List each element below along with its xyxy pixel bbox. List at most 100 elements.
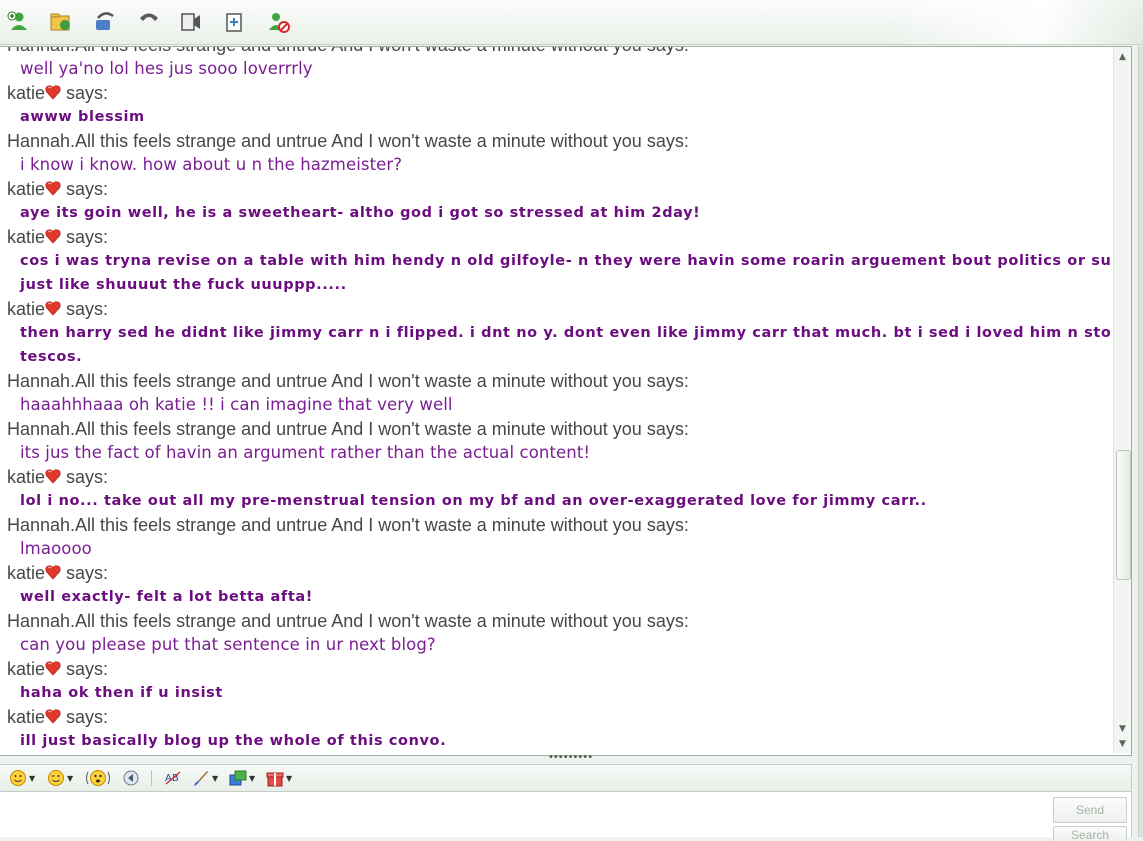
emoticon-button[interactable]: ▼ [9, 769, 35, 787]
message-sender: katie says: [0, 705, 1110, 729]
message-sender: katie says: [0, 657, 1110, 681]
scrollbar-thumb[interactable] [1116, 450, 1131, 580]
send-button[interactable]: Send [1053, 797, 1127, 823]
message-sender: Hannah.All this feels strange and untrue… [0, 513, 1110, 537]
share-folder-button[interactable] [222, 9, 248, 35]
sender-name: katie [7, 707, 46, 727]
sender-name: Hannah.All this feels strange and untrue… [7, 371, 642, 391]
chevron-down-icon: ▼ [212, 773, 219, 783]
heart-emoticon [45, 179, 61, 199]
message-text: ill just basically blog up the whole of … [20, 733, 447, 749]
spell-check-button[interactable]: AB [164, 769, 182, 787]
sender-name: Hannah.All this feels strange and untrue… [7, 131, 642, 151]
toolbar-separator [151, 770, 152, 786]
emoticon-icon [10, 770, 26, 786]
says-label: says: [66, 83, 109, 103]
video-call-icon [96, 12, 114, 30]
webcam-button[interactable] [178, 9, 204, 35]
spell-check-icon: AB [165, 771, 181, 785]
message-text: tescos. [20, 349, 83, 365]
nudge-button[interactable] [85, 769, 111, 787]
conversation-toolbar [0, 0, 1143, 45]
call-button[interactable] [136, 9, 162, 35]
message-input-area [0, 792, 1132, 837]
says-label: says: [646, 515, 689, 535]
chevron-down-icon: ▼ [29, 773, 36, 783]
font-brush-icon [194, 771, 208, 786]
heart-emoticon-icon [45, 469, 61, 484]
message-sender: katie says: [0, 81, 1110, 105]
heart-emoticon [45, 83, 61, 103]
background-button[interactable]: ▼ [229, 769, 255, 787]
message-sender: Hannah.All this feels strange and untrue… [0, 417, 1110, 441]
message-text: i know i know. how about u n the hazmeis… [20, 155, 403, 174]
says-label: says: [646, 611, 689, 631]
sender-name: katie [7, 563, 46, 583]
says-label: says: [646, 131, 689, 151]
message-text: then harry sed he didnt like jimmy carr … [20, 325, 1110, 341]
says-label: says: [66, 707, 109, 727]
font-button[interactable]: ▼ [192, 769, 218, 787]
says-label: says: [66, 299, 109, 319]
chevron-down-icon: ▼ [67, 773, 74, 783]
message-text: well ya'no lol hes jus sooo loverrrly [20, 59, 313, 78]
message-sender: katie says: [0, 297, 1110, 321]
conversation-scrollbar[interactable]: ▲ ▼ ▼ [1113, 47, 1131, 753]
add-contact-button[interactable] [6, 9, 32, 35]
block-button[interactable] [266, 9, 292, 35]
scroll-down-arrow-icon[interactable]: ▼ [1114, 721, 1131, 737]
says-label: says: [646, 371, 689, 391]
heart-emoticon [45, 299, 61, 319]
heart-emoticon [45, 467, 61, 487]
window-edge [1138, 46, 1143, 837]
message-input[interactable] [4, 794, 1048, 836]
message-sender: Hannah.All this feels strange and untrue… [0, 609, 1110, 633]
heart-emoticon [45, 227, 61, 247]
message-text: can you please put that sentence in ur n… [20, 635, 436, 654]
voice-clip-icon [123, 770, 139, 786]
add-contact-icon [7, 11, 27, 30]
scroll-end-arrow-icon[interactable]: ▼ [1114, 736, 1131, 752]
send-files-icon [50, 13, 70, 31]
toolbar-decoration [883, 0, 1143, 44]
pane-splitter-handle[interactable]: ••••••••• [548, 753, 593, 763]
chevron-down-icon: ▼ [286, 773, 293, 783]
sender-name: katie [7, 659, 46, 679]
says-label: says: [646, 419, 689, 439]
message-text: well exactly- felt a lot betta afta! [20, 589, 313, 605]
says-label: says: [66, 563, 109, 583]
nudge-icon [86, 770, 110, 786]
message-text: lmaoooo [20, 539, 92, 558]
heart-emoticon-icon [45, 565, 61, 580]
sender-name: katie [7, 179, 46, 199]
conversation-history[interactable]: Hannah.All this feels strange and untrue… [0, 46, 1132, 756]
webcam-icon [181, 13, 200, 31]
chevron-down-icon: ▼ [249, 773, 256, 783]
block-icon [269, 13, 290, 33]
scroll-up-arrow-icon[interactable]: ▲ [1114, 49, 1131, 65]
message-sender: katie says: [0, 225, 1110, 249]
says-label: says: [66, 227, 109, 247]
says-label: says: [647, 47, 689, 55]
sender-name: katie [7, 467, 46, 487]
heart-emoticon-icon [45, 181, 61, 196]
message-text: cos i was tryna revise on a table with h… [20, 253, 1110, 269]
wink-button[interactable]: ▼ [47, 769, 73, 787]
message-sender: Hannah.All this feels strange and untrue… [0, 47, 1110, 57]
message-text: aye its goin well, he is a sweetheart- a… [20, 205, 701, 221]
says-label: says: [66, 467, 109, 487]
heart-emoticon [45, 707, 61, 727]
video-call-button[interactable] [92, 9, 118, 35]
voice-clip-button[interactable] [122, 769, 140, 787]
heart-emoticon-icon [45, 661, 61, 676]
search-button[interactable]: Search [1053, 826, 1127, 841]
wink-icon [48, 770, 64, 786]
sender-name: Hannah.All this feels strange and untrue… [7, 47, 642, 55]
send-files-button[interactable] [48, 9, 74, 35]
gift-button[interactable]: ▼ [266, 769, 292, 787]
format-toolbar: ▼ ▼ AB ▼ ▼ ▼ [0, 764, 1132, 792]
message-sender: katie says: [0, 561, 1110, 585]
heart-emoticon-icon [45, 229, 61, 244]
message-sender: Hannah.All this feels strange and untrue… [0, 369, 1110, 393]
message-text: haha ok then if u insist [20, 685, 223, 701]
